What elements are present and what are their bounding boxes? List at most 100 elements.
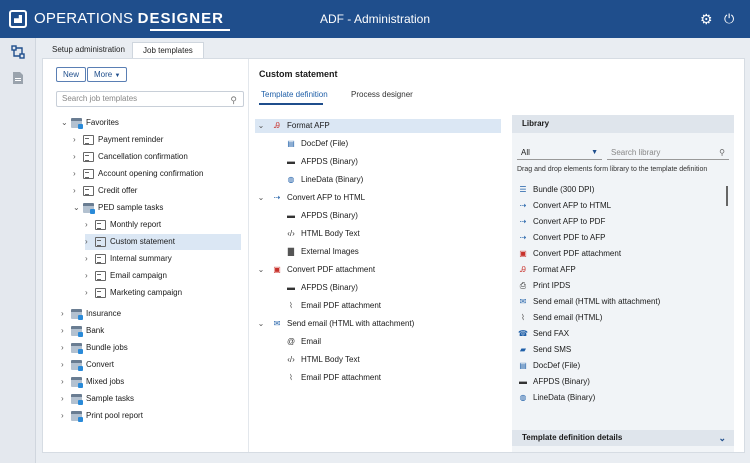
node-label: AFPDS (Binary) (301, 283, 358, 292)
tree-item-custom-statement[interactable]: › Custom statement (85, 234, 241, 250)
node-label: Email PDF attachment (301, 301, 382, 310)
chevron-right-icon[interactable]: › (61, 323, 71, 339)
chevron-right-icon[interactable]: › (61, 391, 71, 407)
library-item-afpds-binary[interactable]: ▬ AFPDS (Binary) (517, 375, 590, 389)
chevron-right-icon[interactable]: › (85, 285, 95, 301)
library-item-send-fax[interactable]: ☎ Send FAX (517, 327, 569, 341)
format-afp-icon: Ꭿ (520, 265, 526, 274)
library-item-convert-pdf-afp[interactable]: ⇢ Convert PDF to AFP (517, 231, 606, 245)
node-afpds-binary[interactable]: ▬ AFPDS (Binary) (285, 155, 358, 169)
node-afpds-binary-2[interactable]: ▬ AFPDS (Binary) (285, 209, 358, 223)
afp-badge-icon: ▬ (519, 377, 527, 386)
tab-process-designer[interactable]: Process designer (351, 90, 413, 99)
chevron-right-icon[interactable]: › (85, 268, 95, 284)
library-filter-select[interactable]: All ▼ (517, 145, 602, 160)
tree-item-internal-summary[interactable]: › Internal summary (85, 251, 241, 267)
node-email[interactable]: @ Email (285, 335, 321, 349)
chevron-down-icon[interactable]: ⌄ (255, 317, 267, 331)
tree-folder-sample-tasks[interactable]: › Sample tasks (61, 391, 241, 407)
chevron-right-icon[interactable]: › (61, 357, 71, 373)
paperclip-icon: ⌇ (521, 313, 525, 322)
tree-label: Insurance (86, 309, 122, 318)
library-item-convert-afp-html[interactable]: ⇢ Convert AFP to HTML (517, 199, 611, 213)
node-email-pdf-attachment-2[interactable]: ⌇ Email PDF attachment (285, 371, 381, 385)
brand-underline (150, 29, 230, 31)
chevron-right-icon[interactable]: › (61, 340, 71, 356)
gear-icon[interactable]: ⚙ (700, 12, 714, 26)
tree-folder-print-pool-report[interactable]: › Print pool report (61, 408, 241, 424)
chevron-right-icon[interactable]: › (61, 408, 71, 424)
workflow-icon[interactable] (6, 40, 30, 64)
node-convert-pdf-attachment[interactable]: ⌄ ▣ Convert PDF attachment (255, 263, 375, 277)
chevron-right-icon[interactable]: › (73, 183, 83, 199)
search-icon: ⚲ (719, 148, 725, 157)
more-button[interactable]: More ▼ (87, 67, 128, 82)
chevron-down-icon[interactable]: ⌄ (718, 430, 726, 446)
tab-job-templates[interactable]: Job templates (132, 42, 204, 58)
new-button[interactable]: New (56, 67, 87, 82)
chevron-down-icon[interactable]: ⌄ (255, 119, 267, 133)
chevron-down-icon[interactable]: ⌄ (255, 191, 267, 205)
tree-folder-convert[interactable]: › Convert (61, 357, 241, 373)
node-html-body-text[interactable]: ‹/› HTML Body Text (285, 227, 359, 241)
library-scrollbar[interactable] (726, 186, 728, 206)
library-panel: Library All ▼ Search library ⚲ Drag and … (512, 115, 734, 452)
tab-template-definition[interactable]: Template definition (261, 90, 328, 99)
chevron-right-icon[interactable]: › (85, 234, 95, 250)
tree-folder-bank[interactable]: › Bank (61, 323, 241, 339)
chevron-right-icon[interactable]: › (73, 149, 83, 165)
library-item-convert-afp-pdf[interactable]: ⇢ Convert AFP to PDF (517, 215, 606, 229)
tree-item-email-campaign[interactable]: › Email campaign (85, 268, 241, 284)
node-html-body-text-2[interactable]: ‹/› HTML Body Text (285, 353, 359, 367)
node-afpds-binary-3[interactable]: ▬ AFPDS (Binary) (285, 281, 358, 295)
library-item-bundle[interactable]: ☰ Bundle (300 DPI) (517, 183, 594, 197)
power-icon[interactable]: ⏻ (724, 12, 738, 26)
chevron-right-icon[interactable]: › (61, 374, 71, 390)
node-format-afp[interactable]: ⌄ Ꭿ Format AFP (255, 119, 501, 133)
node-convert-afp-to-html[interactable]: ⌄ ⇢ Convert AFP to HTML (255, 191, 365, 205)
tree-folder-favorites[interactable]: ⌄ Favorites (61, 115, 241, 131)
node-external-images[interactable]: ▇ External Images (285, 245, 359, 259)
tree-folder-mixed-jobs[interactable]: › Mixed jobs (61, 374, 241, 390)
tree-item-cancellation-confirmation[interactable]: › Cancellation confirmation (73, 149, 241, 165)
tree-folder-insurance[interactable]: › Insurance (61, 306, 241, 322)
library-search-input[interactable]: Search library ⚲ (607, 145, 729, 160)
library-item-send-email-attachment[interactable]: ✉ Send email (HTML with attachment) (517, 295, 661, 309)
tree-folder-bundle-jobs[interactable]: › Bundle jobs (61, 340, 241, 356)
chevron-right-icon[interactable]: › (61, 306, 71, 322)
library-item-linedata-binary[interactable]: ◍ LineData (Binary) (517, 391, 596, 405)
tree-item-payment-reminder[interactable]: › Payment reminder (73, 132, 241, 148)
chevron-down-icon[interactable]: ⌄ (61, 115, 71, 131)
library-item-docdef-file[interactable]: ▤ DocDef (File) (517, 359, 580, 373)
convert-html-icon: ⇢ (273, 193, 281, 202)
library-item-send-email-html[interactable]: ⌇ Send email (HTML) (517, 311, 602, 325)
tree-label: Email campaign (110, 271, 167, 280)
tree-folder-ped-sample-tasks[interactable]: ⌄ PED sample tasks (73, 200, 241, 216)
chevron-right-icon[interactable]: › (85, 251, 95, 267)
tree-item-marketing-campaign[interactable]: › Marketing campaign (85, 285, 241, 301)
node-send-email-html-attachment[interactable]: ⌄ ✉ Send email (HTML with attachment) (255, 317, 415, 331)
chevron-right-icon[interactable]: › (73, 166, 83, 182)
node-label: Convert AFP to HTML (287, 193, 366, 202)
tab-setup-administration[interactable]: Setup administration (42, 42, 135, 58)
chevron-right-icon[interactable]: › (73, 132, 83, 148)
library-item-send-sms[interactable]: ▰ Send SMS (517, 343, 571, 357)
folder-icon (71, 393, 83, 405)
document-icon[interactable] (6, 66, 30, 90)
library-item-convert-pdf-attachment[interactable]: ▣ Convert PDF attachment (517, 247, 621, 261)
chevron-down-icon[interactable]: ⌄ (73, 200, 83, 216)
node-linedata-binary[interactable]: ◍ LineData (Binary) (285, 173, 364, 187)
tree-item-monthly-report[interactable]: › Monthly report (85, 217, 241, 233)
node-docdef-file[interactable]: ▤ DocDef (File) (285, 137, 348, 151)
search-job-templates-input[interactable]: Search job templates ⚲ (56, 91, 244, 107)
library-item-format-afp[interactable]: Ꭿ Format AFP (517, 263, 576, 277)
node-email-pdf-attachment[interactable]: ⌇ Email PDF attachment (285, 299, 381, 313)
chevron-down-icon[interactable]: ⌄ (255, 263, 267, 277)
tree-label: Credit offer (98, 186, 138, 195)
tree-item-credit-offer[interactable]: › Credit offer (73, 183, 241, 199)
library-item-label: Format AFP (533, 265, 576, 274)
tree-item-account-opening-confirmation[interactable]: › Account opening confirmation (73, 166, 241, 182)
template-definition-details-bar[interactable]: Template definition details ⌄ (512, 430, 734, 446)
library-item-print-ipds[interactable]: ⎙ Print IPDS (517, 279, 571, 293)
chevron-right-icon[interactable]: › (85, 217, 95, 233)
